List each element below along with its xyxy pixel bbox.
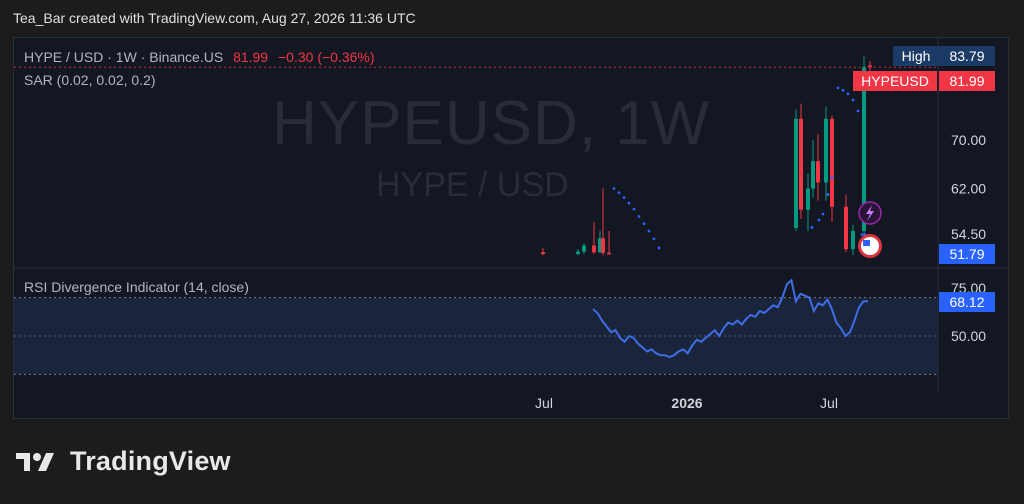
- sar-point: [851, 98, 855, 102]
- candle-body: [824, 118, 828, 183]
- tradingview-footer: TradingView: [16, 446, 231, 477]
- candle-body: [830, 118, 834, 207]
- symbol-tag-label: HYPEUSD: [853, 71, 937, 91]
- time-tick-label: Jul: [820, 395, 838, 411]
- sar-point: [622, 196, 626, 200]
- symbol-legend: HYPE / USD · 1W · Binance.US 81.99 −0.30…: [24, 49, 375, 65]
- candle-body: [601, 238, 605, 253]
- candle-body: [576, 251, 580, 255]
- sar-point: [612, 187, 616, 190]
- sar-point: [846, 92, 850, 96]
- sar-point: [627, 201, 631, 205]
- candle-body: [851, 230, 855, 250]
- sar-tag-value: 51.79: [939, 244, 995, 264]
- time-tick-label: 2026: [671, 395, 702, 411]
- rsi-tick-label: 50.00: [951, 328, 986, 344]
- rsi-legend: RSI Divergence Indicator (14, close): [24, 279, 249, 295]
- symbol-info: HYPE / USD · 1W · Binance.US: [24, 49, 224, 65]
- sar-point: [830, 176, 834, 180]
- sar-point: [821, 212, 825, 216]
- high-tag-value: 83.79: [939, 46, 995, 66]
- sar-legend: SAR (0.02, 0.02, 0.2): [24, 72, 156, 88]
- sar-point: [841, 88, 845, 92]
- candle-body: [816, 161, 820, 183]
- candle-body: [799, 118, 803, 210]
- sar-point: [817, 218, 821, 222]
- candle-body: [541, 252, 545, 255]
- candle-body: [794, 118, 798, 228]
- time-tick-label: Jul: [535, 395, 553, 411]
- candle-body: [806, 188, 810, 210]
- sar-point: [856, 109, 860, 113]
- sar-point: [617, 191, 621, 195]
- sar-point: [642, 222, 646, 226]
- high-tag-label: High: [893, 46, 939, 66]
- candle-body: [607, 252, 611, 255]
- price-tick-label: 70.00: [951, 132, 986, 148]
- price-tick-label: 62.00: [951, 181, 986, 197]
- price-change: −0.30 (−0.36%): [278, 49, 375, 65]
- rsi-tag-value: 68.12: [939, 292, 995, 312]
- symbol-tag-value: 81.99: [939, 71, 995, 91]
- sar-point: [826, 193, 830, 196]
- last-price: 81.99: [233, 49, 269, 65]
- flag-canton: [863, 240, 870, 246]
- sar-point: [652, 237, 656, 241]
- candle-body: [592, 245, 596, 253]
- candle-body: [582, 245, 586, 252]
- sar-point: [810, 225, 814, 229]
- sar-point: [632, 207, 636, 211]
- tradingview-brand: TradingView: [70, 446, 231, 476]
- candle-body: [844, 206, 848, 250]
- sar-point: [657, 246, 661, 250]
- sar-point: [836, 86, 840, 90]
- price-tick-label: 54.50: [951, 226, 986, 242]
- sar-point: [860, 233, 864, 237]
- sar-point: [647, 229, 651, 233]
- sar-point: [637, 215, 641, 218]
- candle-body: [868, 65, 872, 68]
- candle-body: [811, 161, 815, 189]
- tradingview-logo-icon: [16, 452, 54, 471]
